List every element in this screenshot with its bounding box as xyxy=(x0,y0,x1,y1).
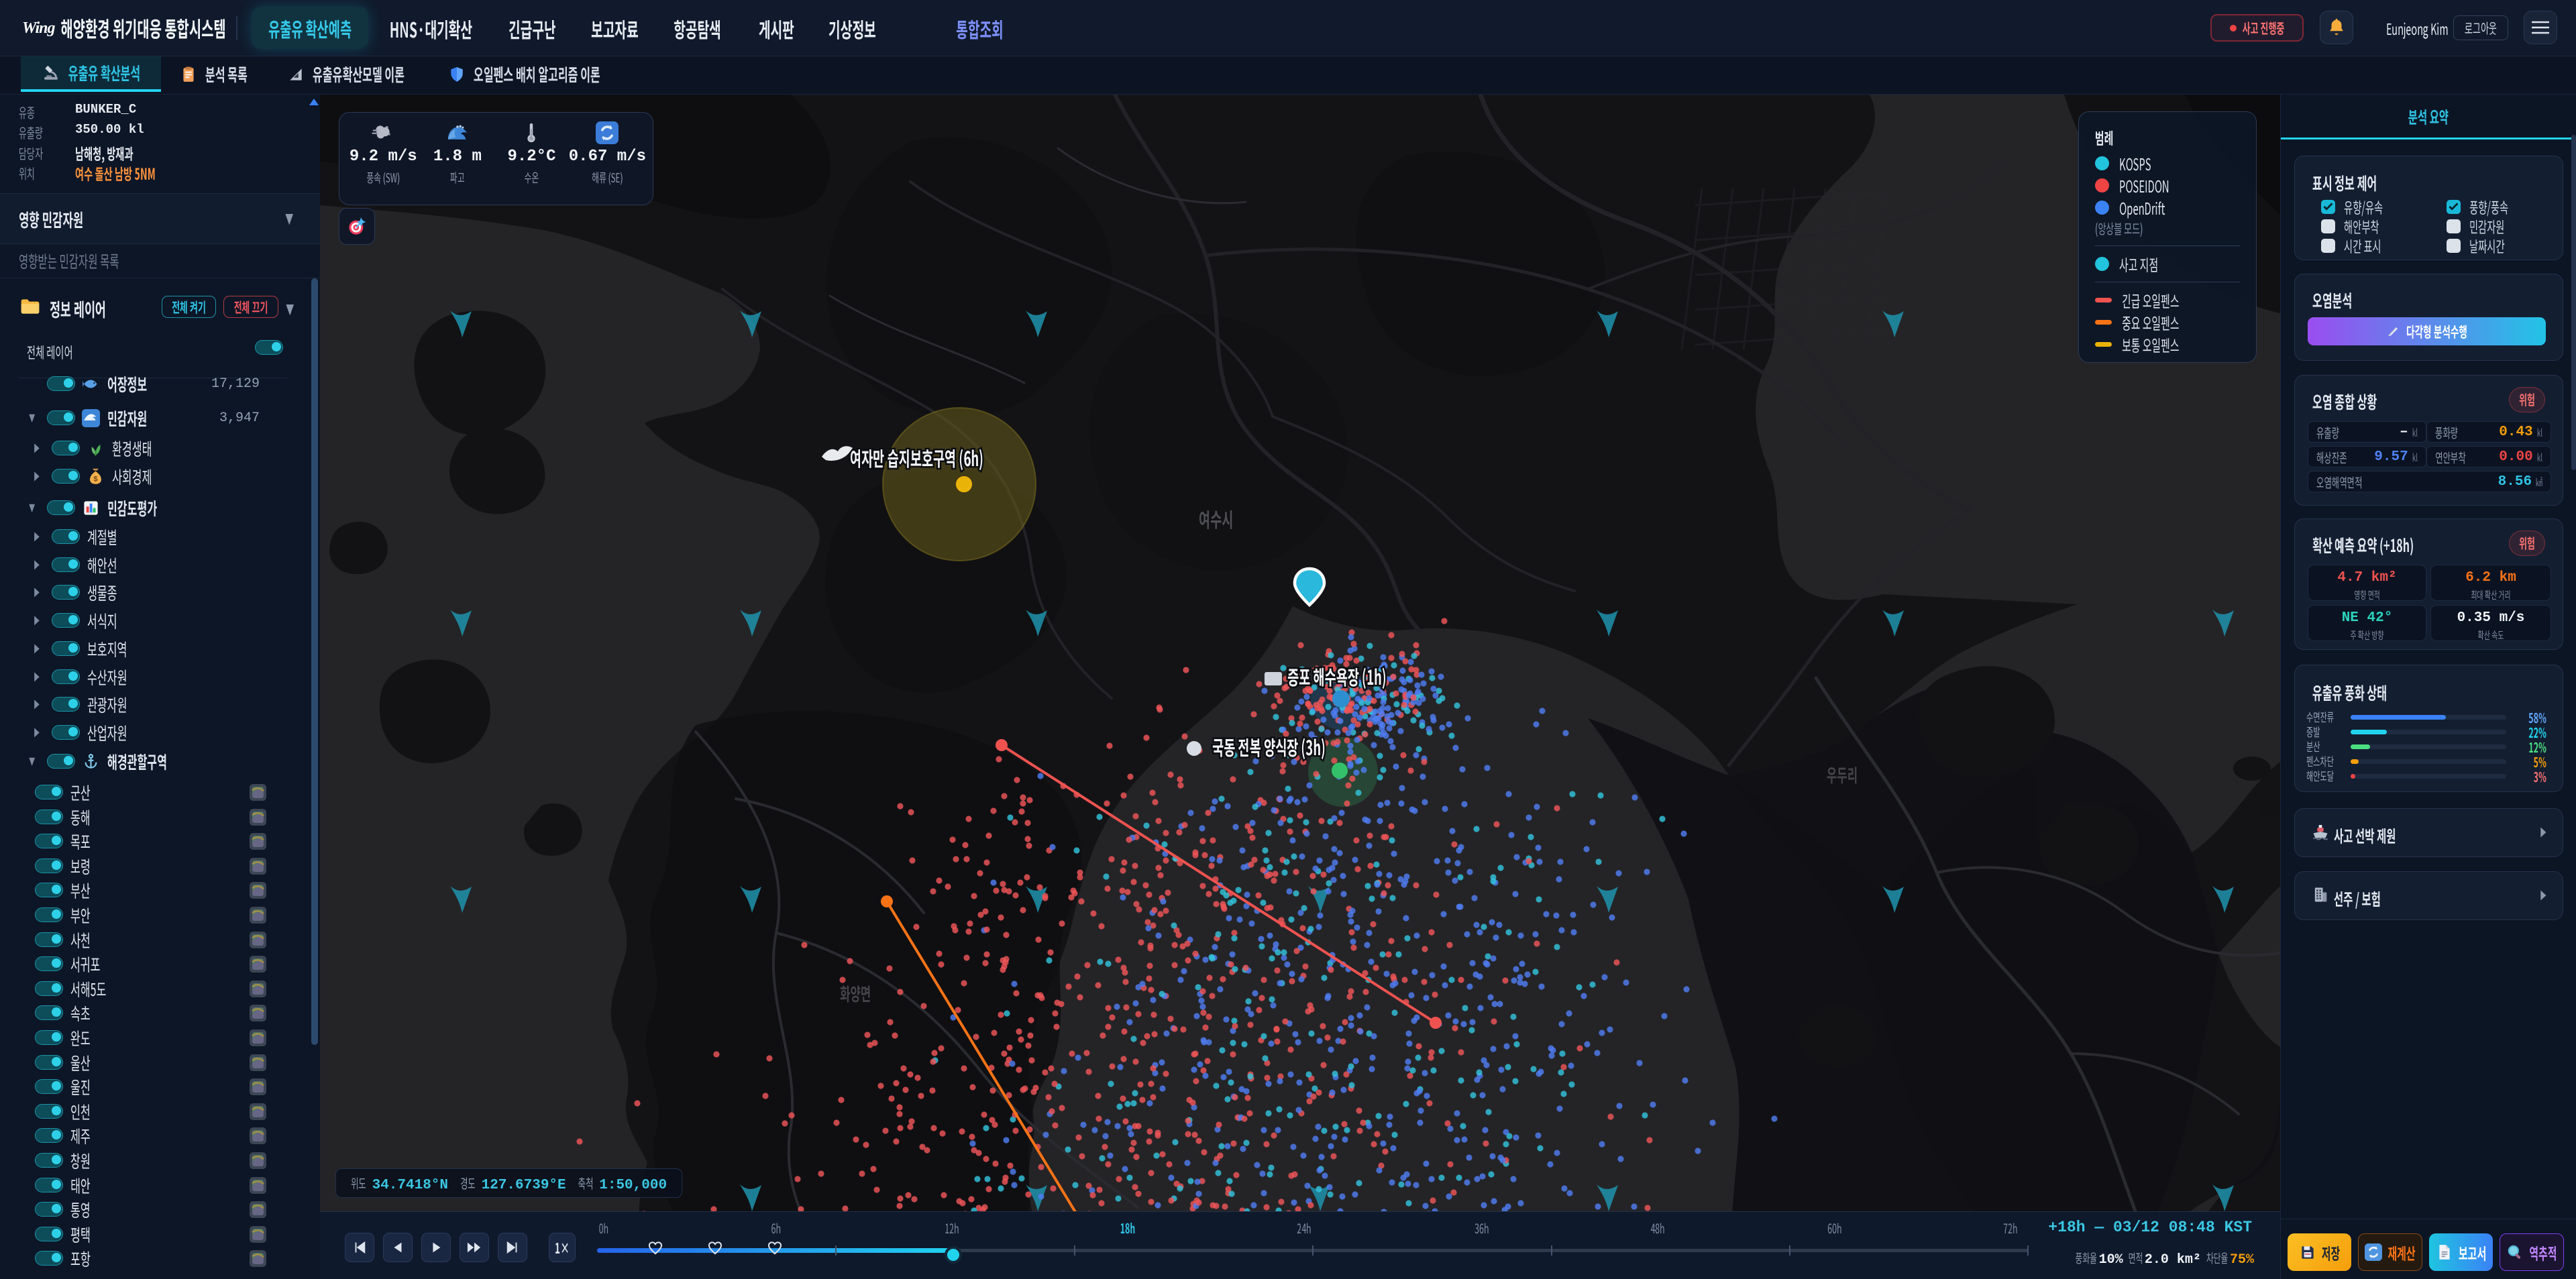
svg-text:우두리: 우두리 xyxy=(1827,761,1858,787)
svg-text:국동 전복 양식장 (3h): 국동 전복 양식장 (3h) xyxy=(1212,732,1326,761)
svg-text:여수시: 여수시 xyxy=(1199,504,1233,533)
svg-text:화양면: 화양면 xyxy=(840,980,871,1006)
svg-text:여자만 습지보호구역 (6h): 여자만 습지보호구역 (6h) xyxy=(850,443,983,472)
svg-text:$: $ xyxy=(93,475,98,483)
svg-text:증포 해수욕장 (1h): 증포 해수욕장 (1h) xyxy=(1287,661,1387,691)
